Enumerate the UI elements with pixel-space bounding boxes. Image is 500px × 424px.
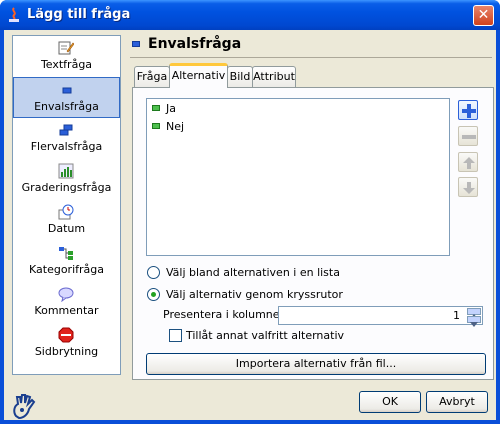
sidebar-item-sidbrytning[interactable]: Sidbrytning (13, 323, 120, 364)
sidebar-item-label: Envalsfråga (34, 100, 99, 113)
date-icon (58, 204, 74, 220)
sidebar-item-label: Sidbrytning (34, 345, 99, 358)
close-button[interactable]: ✕ (473, 5, 494, 26)
title-bar[interactable]: Lägg till fråga ✕ (0, 0, 500, 30)
alternatives-list[interactable]: Ja Nej (146, 98, 450, 256)
sidebar-item-label: Textfråga (40, 58, 93, 71)
text-question-icon (58, 41, 74, 55)
question-type-list: Textfråga Envalsfråga Flervalsfråga Grad… (12, 35, 121, 375)
tab-fraga[interactable]: Fråga (134, 66, 170, 87)
question-type-icon (132, 41, 140, 47)
sidebar-item-flervalsfraga[interactable]: Flervalsfråga (13, 118, 120, 159)
columns-spinner[interactable]: 1 (278, 306, 483, 327)
import-alternatives-button[interactable]: Importera alternativ från fil... (146, 353, 486, 375)
sidebar-item-envalsfraga[interactable]: Envalsfråga (13, 77, 120, 118)
sidebar-item-label: Datum (47, 222, 86, 235)
radio-button[interactable] (147, 288, 160, 301)
ok-button[interactable]: OK (359, 391, 421, 413)
arrow-up-icon (463, 157, 475, 169)
single-choice-icon (62, 87, 72, 94)
allow-other-label: Tillåt annat valfritt alternativ (186, 329, 345, 342)
sidebar-item-label: Graderingsfråga (21, 181, 112, 194)
hand-logo-icon (13, 394, 36, 420)
sidebar-item-datum[interactable]: Datum (13, 200, 120, 241)
stop-icon (58, 327, 74, 343)
tab-attribut[interactable]: Attribut (252, 66, 296, 87)
sidebar-item-textfraga[interactable]: Textfråga (13, 36, 120, 77)
dialog-body: Textfråga Envalsfråga Flervalsfråga Grad… (4, 30, 496, 420)
move-up-button[interactable] (458, 152, 478, 172)
page-title: Envalsfråga (148, 36, 242, 52)
spinner-buttons (467, 308, 481, 327)
columns-label: Presentera i kolumner: (163, 308, 288, 321)
list-mode-label: Välj bland alternativen i en lista (166, 266, 340, 279)
multi-choice-icon (59, 124, 73, 136)
radio-button[interactable] (147, 266, 160, 279)
remove-alternative-button[interactable] (458, 126, 478, 146)
list-item[interactable]: Nej (152, 119, 184, 135)
minus-icon (462, 135, 476, 139)
list-item[interactable]: Ja (152, 101, 176, 117)
sidebar-item-label: Kategorifråga (29, 263, 104, 276)
move-down-button[interactable] (458, 177, 478, 197)
sidebar-item-kommentar[interactable]: Kommentar (13, 282, 120, 323)
header-divider (130, 57, 492, 58)
add-alternative-button[interactable] (458, 100, 478, 120)
rating-icon (58, 163, 74, 179)
spinner-up-button[interactable] (467, 308, 481, 319)
alternative-marker-icon (152, 105, 160, 111)
spinner-down-button[interactable] (467, 316, 481, 327)
sidebar-item-label: Flervalsfråga (30, 140, 103, 153)
checkbox-mode-label: Välj alternativ genom kryssrutor (166, 288, 343, 301)
alternatives-panel: Ja Nej Välj bland alternativen i en list… (132, 87, 494, 380)
alternative-marker-icon (152, 123, 160, 129)
window-title: Lägg till fråga (27, 7, 131, 22)
plus-icon (462, 104, 476, 118)
tab-bild[interactable]: Bild (227, 66, 253, 87)
sidebar-item-kategorifraga[interactable]: Kategorifråga (13, 241, 120, 282)
cancel-button[interactable]: Avbryt (426, 391, 488, 413)
app-icon (9, 7, 19, 22)
category-icon (59, 247, 73, 260)
tab-alternativ[interactable]: Alternativ (169, 63, 228, 88)
sidebar-item-graderingsfraga[interactable]: Graderingsfråga (13, 159, 120, 200)
dialog-window: Lägg till fråga ✕ Textfråga Envalsfråga (0, 0, 500, 424)
allow-other-checkbox[interactable] (169, 329, 182, 342)
chevron-down-icon (470, 322, 478, 327)
sidebar-item-label: Kommentar (34, 304, 99, 317)
columns-value: 1 (453, 309, 460, 322)
comment-icon (58, 287, 74, 302)
arrow-down-icon (463, 182, 475, 194)
